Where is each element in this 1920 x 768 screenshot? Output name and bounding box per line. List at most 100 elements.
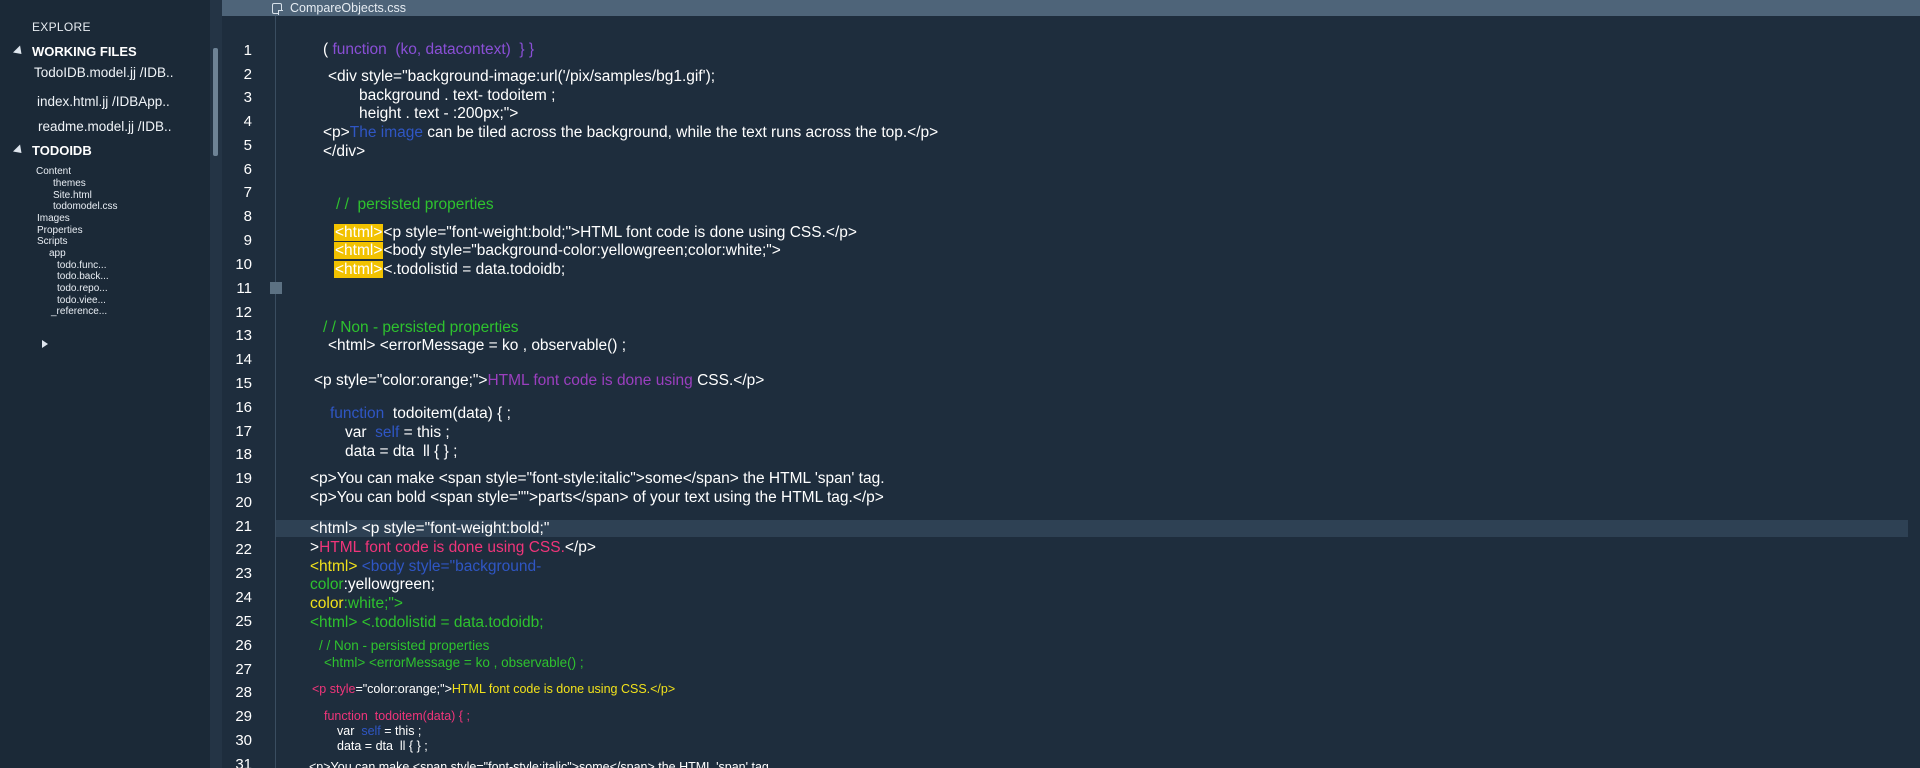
code-comment: / / persisted properties [336,196,494,213]
code-line: <html><.todolistid = data.todoidb; [334,261,565,279]
code-line: <html> <body style="background- [310,558,541,576]
line-number: 6 [243,161,252,178]
tree-file-todo-repo[interactable]: todo.repo... [57,283,108,294]
line-number: 2 [243,66,252,83]
tree-file-todo-viee[interactable]: todo.viee... [57,295,106,306]
code-line: <html> <p style="font-weight:bold;" [310,520,550,537]
editor-app: EXPLORE WORKING FILES TodoIDB.model.jj /… [0,0,1920,768]
line-number: 28 [235,684,252,701]
code-line: <p style="color:orange;">HTML font code … [314,372,764,390]
tree-folder-images[interactable]: Images [37,213,70,224]
code-token: function [330,405,393,422]
code-token: ="color:orange;"> [355,682,452,696]
expand-triangle-icon [12,144,26,157]
code-token: = this ; [399,424,450,441]
code-line: <html> <errorMessage = ko , observable()… [328,337,627,354]
line-number: 7 [243,184,252,201]
code-line: function todoitem(data) { ; [324,709,470,723]
gutter-divider [275,16,276,768]
code-token: <body style="background-color:yellowgree… [383,242,781,259]
code-token: function (ko, datacontext) } } [332,41,535,58]
code-token: CSS.</p> [692,372,765,389]
code-token: <p style="color:orange;"> [314,372,488,389]
line-number: 8 [243,208,252,225]
code-editor[interactable]: CompareObjects.css 1 2 3 4 5 6 7 8 9 10 … [222,0,1920,768]
working-file-item[interactable]: readme.model.jj /IDB.. [38,119,172,134]
code-comment: / / Non - persisted properties [323,319,519,336]
file-icon [272,2,283,15]
code-line: </div> [323,143,366,160]
line-number: 20 [235,494,252,511]
line-number: 1 [243,42,252,59]
code-line: var self = this ; [345,424,450,442]
code-line: color:white;"> [310,595,403,613]
tree-file-reference[interactable]: _reference... [51,306,107,317]
tree-folder-content[interactable]: Content [36,166,71,177]
line-number: 15 [235,375,252,392]
code-token: :yellowgreen; [343,576,435,593]
code-line: >HTML font code is done using CSS.</p> [310,539,596,557]
explorer-sidebar: EXPLORE WORKING FILES TodoIDB.model.jj /… [0,0,210,768]
code-line: <p>The image can be tiled across the bac… [323,124,938,142]
code-token: can be tiled across the background, whil… [422,124,939,141]
tree-file-todo-back[interactable]: todo.back... [57,271,109,282]
line-number: 26 [235,637,252,654]
code-line: <html> <.todolistid = data.todoidb; [310,614,544,631]
code-line: <p>You can bold <span style="">parts</sp… [310,489,884,506]
code-token: color [310,576,344,593]
line-number: 5 [243,137,252,154]
code-token: The image [349,124,423,141]
working-files-header[interactable]: WORKING FILES [12,44,137,59]
working-file-item[interactable]: TodoIDB.model.jj /IDB.. [34,65,174,80]
code-token: <html> [310,558,362,575]
code-line: background . text- todoitem ; [359,87,556,104]
editor-scrollbar[interactable] [1908,16,1920,768]
tree-file-todo-func[interactable]: todo.func... [57,260,106,271]
line-number: 27 [235,661,252,678]
code-token: color [310,595,344,612]
highlighted-token: <html> [334,224,384,241]
code-line: <html><body style="background-color:yell… [334,242,781,260]
line-number: 3 [243,89,252,106]
code-token: HTML font code is done using CSS.</p> [451,682,676,696]
working-file-item[interactable]: index.html.jj /IDBApp.. [37,94,170,109]
code-line: ( function (ko, datacontext) } } [323,41,534,59]
line-number: 19 [235,470,252,487]
tree-folder-properties[interactable]: Properties [37,225,83,236]
code-token: :white;"> [343,595,403,612]
code-token: self [361,724,381,738]
tree-folder-themes[interactable]: themes [53,178,86,189]
line-number: 29 [235,708,252,725]
line-number: 12 [235,304,252,321]
code-comment: / / Non - persisted properties [319,638,490,653]
tree-folder-app[interactable]: app [49,248,66,259]
highlighted-token: <html> [334,261,384,278]
code-line: color:yellowgreen; [310,576,435,594]
code-line: <p style="color:orange;">HTML font code … [312,682,675,696]
working-files-heading: WORKING FILES [32,44,137,59]
tab-bar: CompareObjects.css [222,0,1920,16]
code-line: function todoitem(data) { ; [330,405,511,423]
code-line: <p>You can make <span style="font-style:… [309,760,773,768]
line-number: 24 [235,589,252,606]
code-line: var self = this ; [337,724,421,738]
tab-label: CompareObjects.css [290,1,407,15]
code-token: HTML font code is done using [487,372,693,389]
code-token: </p> [564,539,596,556]
line-number: 16 [235,399,252,416]
code-token: <p style="font-weight:bold;">HTML font c… [383,224,857,241]
project-heading: TODOIDB [32,143,92,158]
code-line: height . text - :200px;"> [359,105,519,122]
project-header[interactable]: TODOIDB [12,143,92,158]
collapse-arrow-icon[interactable] [42,340,48,348]
tab-compareobjects-css[interactable]: CompareObjects.css [272,0,406,16]
code-line: <div style="background-image:url('/pix/s… [328,68,716,85]
tree-folder-scripts[interactable]: Scripts [37,236,68,247]
line-number: 11 [236,280,252,297]
tree-file-site-html[interactable]: Site.html [53,190,92,201]
tree-file-todomodel-css[interactable]: todomodel.css [53,201,117,212]
line-number: 25 [235,613,252,630]
sidebar-scrollbar-thumb[interactable] [213,48,218,156]
code-token: style [329,682,356,696]
fold-marker-icon[interactable] [270,282,282,294]
